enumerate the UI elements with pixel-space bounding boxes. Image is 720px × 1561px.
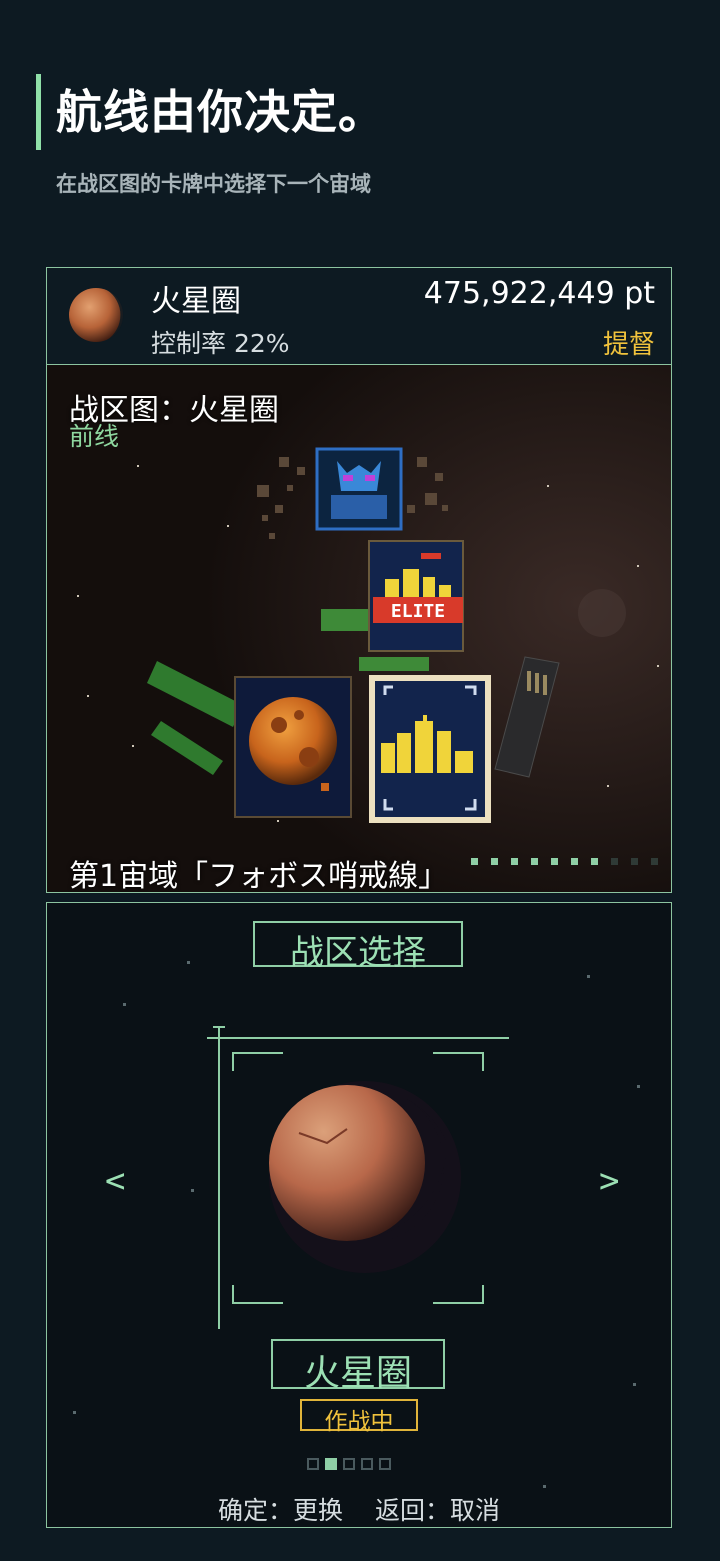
pager-dot[interactable] — [379, 1458, 391, 1470]
score-points: 475,922,449 pt — [423, 276, 655, 311]
header-accent-bar — [36, 74, 41, 150]
control-rate: 控制率 22% — [151, 329, 290, 358]
back-hint[interactable]: 返回：取消 — [375, 1496, 500, 1525]
confirm-hint[interactable]: 确定：更换 — [218, 1496, 343, 1525]
pager — [307, 1458, 391, 1470]
sector-progress-square — [591, 858, 598, 865]
sector-label: 第1宙域「フォボス哨戒線」 — [69, 859, 449, 893]
sector-progress-square — [471, 858, 478, 865]
pager-dot[interactable] — [307, 1458, 319, 1470]
city-card-icon[interactable] — [369, 675, 491, 823]
sector-select-title: 战区选择 — [253, 921, 463, 973]
prev-arrow-button[interactable]: < — [105, 1161, 125, 1201]
sector-progress-square — [531, 858, 538, 865]
pager-dot[interactable] — [361, 1458, 373, 1470]
sector-progress-square — [631, 858, 638, 865]
pager-dot[interactable] — [325, 1458, 337, 1470]
area-info-panel: 火星圈 控制率 22% 475,922,449 pt 提督 — [46, 267, 672, 365]
mars-thumbnail-icon — [69, 288, 124, 342]
boss-card-icon[interactable] — [315, 447, 403, 531]
sector-progress-square — [511, 858, 518, 865]
battle-map-panel: ELITE 战区图：火星圈 前线 第1宙域「フォボス哨戒線」 — [46, 365, 672, 893]
page-title: 航线由你决定。 — [56, 85, 385, 139]
sector-progress-square — [491, 858, 498, 865]
battle-map-canvas: ELITE — [47, 365, 671, 892]
sector-progress-square — [611, 858, 618, 865]
next-arrow-button[interactable]: > — [599, 1161, 619, 1201]
status-badge: 作战中 — [300, 1399, 418, 1435]
front-label: 前线 — [69, 422, 120, 451]
sector-progress-square — [651, 858, 658, 865]
mars-planet-icon[interactable] — [269, 1081, 461, 1273]
area-name: 火星圈 — [151, 284, 241, 319]
asteroid-card-icon[interactable] — [234, 676, 352, 818]
elite-badge-label: ELITE — [391, 601, 445, 622]
planet-name-label: 火星圈 — [271, 1339, 445, 1394]
sector-progress-square — [551, 858, 558, 865]
page-subtitle: 在战区图的卡牌中选择下一个宙域 — [56, 172, 371, 196]
control-hints: 确定：更换 返回：取消 — [47, 1491, 671, 1527]
elite-city-card-icon[interactable]: ELITE — [368, 540, 464, 652]
sector-select-panel: 战区选择 < > 火星圈 作战中 确定：更换 返回：取消 — [46, 902, 672, 1528]
rank-label: 提督 — [602, 330, 655, 360]
sector-progress-square — [571, 858, 578, 865]
pager-dot[interactable] — [343, 1458, 355, 1470]
